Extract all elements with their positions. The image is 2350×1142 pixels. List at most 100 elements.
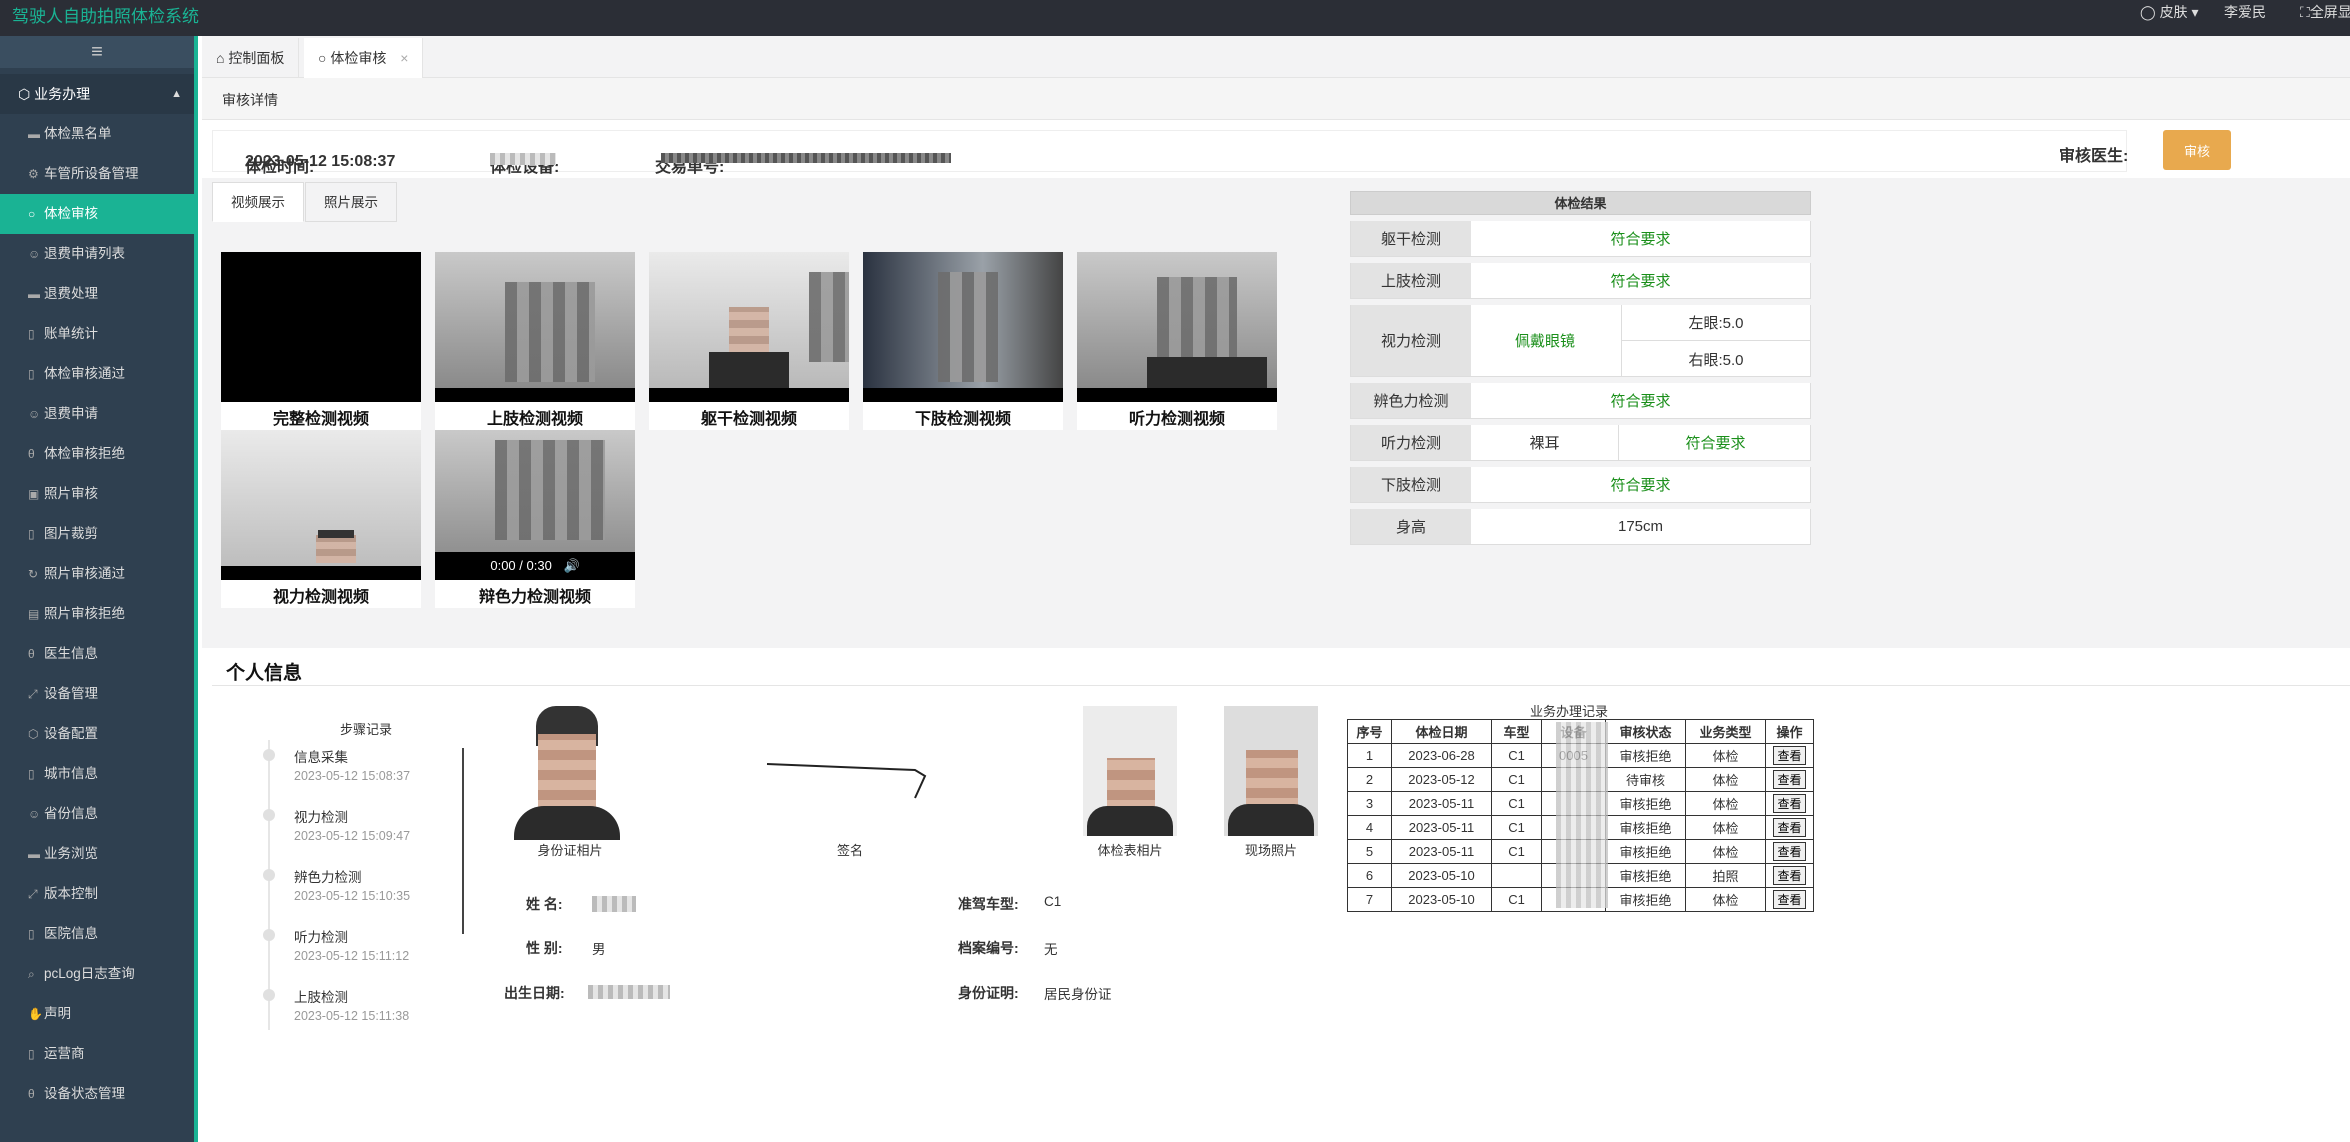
video-player[interactable] [1077,252,1277,402]
table-cell: 查看 [1765,743,1814,768]
sidebar-item[interactable]: ▣ 照片审核 [0,474,194,514]
sidebar-item-label: 医生信息 [44,646,98,661]
name-value-redacted [592,896,636,912]
scene-photo[interactable] [1224,706,1318,836]
sidebar-section-business[interactable]: ⬡ 业务办理 ▲ [0,74,194,114]
table-cell: 查看 [1765,887,1814,912]
sidebar-item[interactable]: ▯ 医院信息 [0,914,194,954]
video-player[interactable]: 0:00 / 0:30 🔊 [435,430,635,580]
image-icon: ▤ [28,607,40,621]
smile-icon: ☺ [28,247,41,261]
volume-icon[interactable]: 🔊 [563,558,579,573]
sidebar-item[interactable]: ☺ 退费申请列表 [0,234,194,274]
sidebar-item[interactable]: ⌕ pcLog日志查询 [0,954,194,994]
person-body [1087,806,1173,836]
video-lower-limb[interactable]: 下肢检测视频 [863,252,1063,430]
video-bar [221,566,421,580]
video-player[interactable] [221,430,421,580]
video-upper-limb[interactable]: 上肢检测视频 [435,252,635,430]
sidebar-item[interactable]: ▯ 运营商 [0,1034,194,1074]
exam-info-bar: 体检时间: 2023-05-12 15:08:37 体检设备: 交易单号: 审核医… [212,130,2128,176]
sidebar-item[interactable]: ⚙ 车管所设备管理 [0,154,194,194]
sidebar-item[interactable]: ▯ 城市信息 [0,754,194,794]
video-vision[interactable]: 视力检测视频 [221,430,421,608]
sidebar-item[interactable]: θ 医生信息 [0,634,194,674]
fullscreen-button[interactable]: ⛶全屏显示 [2300,2,2350,22]
view-button[interactable]: 查看 [1773,818,1806,837]
audit-button[interactable]: 审核 [2163,130,2231,170]
sidebar-item-label: 体检审核 [44,206,98,221]
sidebar-item-label: 设备状态管理 [44,1086,125,1101]
sidebar-item[interactable]: ☺ 退费申请 [0,394,194,434]
view-button[interactable]: 查看 [1773,890,1806,909]
tab-dashboard[interactable]: ⌂ 控制面板 [202,38,300,78]
tab-video-display[interactable]: 视频展示 [212,182,304,222]
theta-icon: θ [28,647,35,661]
tab-photo-display[interactable]: 照片展示 [305,182,397,222]
video-player[interactable] [221,252,421,402]
sidebar-item[interactable]: ○ 体检审核 [0,194,194,234]
sidebar-item[interactable]: ⤢ 设备管理 [0,674,194,714]
video-player[interactable] [863,252,1063,402]
birth-value-redacted [588,985,670,999]
table-cell: 审核拒绝 [1605,863,1686,888]
sidebar-item[interactable]: ▯ 账单统计 [0,314,194,354]
video-full[interactable]: 完整检测视频 [221,252,421,430]
video-controls[interactable]: 0:00 / 0:30 🔊 [435,552,635,580]
video-hearing[interactable]: 听力检测视频 [1077,252,1277,430]
skin-menu[interactable]: ◯ 皮肤 ▾ [2140,2,2198,22]
view-button[interactable]: 查看 [1773,770,1806,789]
result-label: 躯干检测 [1351,221,1471,256]
view-button[interactable]: 查看 [1773,842,1806,861]
cube-icon: ⬡ [28,727,39,741]
table-cell: 审核拒绝 [1605,815,1686,840]
sidebar-item[interactable]: ▯ 图片裁剪 [0,514,194,554]
user-name[interactable]: 李爱民 [2224,2,2266,22]
view-button[interactable]: 查看 [1773,866,1806,885]
view-button[interactable]: 查看 [1773,794,1806,813]
close-icon[interactable]: × [400,50,408,66]
hamburger-icon[interactable]: ≡ [0,36,194,68]
sidebar-item-label: 省份信息 [44,806,98,821]
table-header-cell: 审核状态 [1605,719,1686,744]
result-row-height: 身高 175cm [1350,509,1811,545]
sidebar-item[interactable]: θ 设备状态管理 [0,1074,194,1114]
tab-exam-audit[interactable]: ○ 体检审核 × [304,38,424,78]
sidebar-item[interactable]: θ 体检审核拒绝 [0,434,194,474]
sidebar-item[interactable]: ✋声明 [0,994,194,1034]
video-player[interactable] [435,252,635,402]
exam-form-photo[interactable] [1083,706,1177,836]
sidebar-item-label: 照片审核拒绝 [44,606,125,621]
cube-icon: ⬡ [18,86,31,102]
sidebar-item-label: 照片审核通过 [44,566,125,581]
sidebar-item[interactable]: ↻ 照片审核通过 [0,554,194,594]
sidebar-item[interactable]: ☺ 省份信息 [0,794,194,834]
expand-icon: ⛶ [2300,4,2310,20]
sidebar-item[interactable]: ⤢ 版本控制 [0,874,194,914]
file-icon: ▯ [28,527,35,541]
view-button[interactable]: 查看 [1773,746,1806,765]
sidebar-item[interactable]: ▬ 业务浏览 [0,834,194,874]
sidebar-item-label: 运营商 [44,1046,85,1061]
table-cell: 6 [1347,863,1392,888]
sidebar-item[interactable]: ▬ 退费处理 [0,274,194,314]
table-cell: 2023-06-28 [1391,743,1492,768]
sidebar-item[interactable]: ⬡ 设备配置 [0,714,194,754]
sidebar-item[interactable]: ▬ 体检黑名单 [0,114,194,154]
table-cell: 2 [1347,767,1392,792]
pixelated-region [505,282,595,382]
video-player[interactable] [649,252,849,402]
id-photo[interactable] [508,706,626,840]
sidebar-item[interactable]: ▤ 照片审核拒绝 [0,594,194,634]
video-trunk[interactable]: 躯干检测视频 [649,252,849,430]
personal-info-header: 个人信息 [212,652,2350,686]
table-header-cell: 操作 [1765,719,1814,744]
archive-label: 档案编号: [958,940,1019,956]
pixelated-region [809,272,849,362]
step-time: 2023-05-12 15:10:35 [294,889,411,903]
result-label: 辨色力检测 [1351,383,1471,418]
pixelated-face [316,535,356,563]
video-color-vision[interactable]: 0:00 / 0:30 🔊 辩色力检测视频 [435,430,635,608]
sidebar-item[interactable]: ▯ 体检审核通过 [0,354,194,394]
table-cell: 2023-05-12 [1391,767,1492,792]
